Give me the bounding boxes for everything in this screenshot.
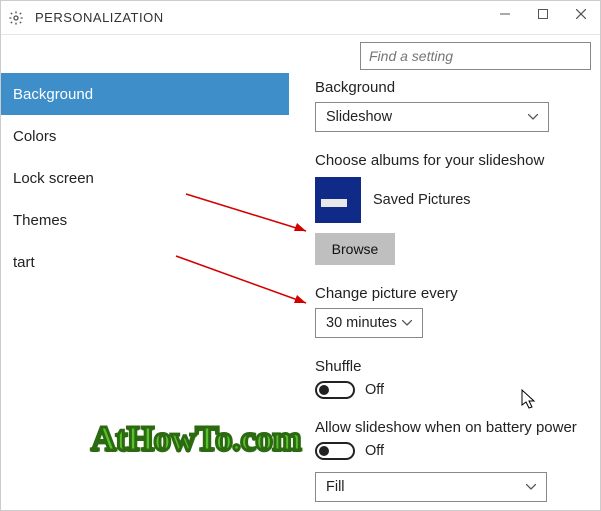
shuffle-toggle[interactable] — [315, 381, 355, 399]
album-name: Saved Pictures — [373, 192, 471, 208]
close-button[interactable] — [562, 1, 600, 27]
change-picture-section: Change picture every 30 minutes — [315, 285, 580, 338]
window-title: PERSONALIZATION — [35, 10, 164, 25]
albums-label: Choose albums for your slideshow — [315, 152, 580, 169]
content-panel: Background Slideshow Choose albums for y… — [289, 35, 600, 510]
album-thumbnail-icon — [315, 177, 361, 223]
battery-toggle-row: Off — [315, 442, 580, 460]
gear-icon — [7, 9, 25, 27]
maximize-button[interactable] — [524, 1, 562, 27]
dropdown-value: 30 minutes — [326, 315, 397, 331]
chevron-down-icon — [528, 111, 538, 123]
titlebar: PERSONALIZATION — [1, 1, 600, 35]
toggle-state: Off — [365, 382, 384, 398]
dropdown-value: Slideshow — [326, 109, 392, 125]
battery-toggle[interactable] — [315, 442, 355, 460]
button-label: Browse — [332, 241, 379, 257]
album-tile[interactable]: Saved Pictures — [315, 177, 580, 223]
toggle-knob — [319, 385, 329, 395]
sidebar-item-label: Themes — [13, 212, 67, 229]
sidebar-item-label: tart — [13, 254, 35, 271]
change-interval-dropdown[interactable]: 30 minutes — [315, 308, 423, 338]
sidebar-item-label: Background — [13, 86, 93, 103]
toggle-state: Off — [365, 443, 384, 459]
chevron-down-icon — [402, 317, 412, 329]
minimize-button[interactable] — [486, 1, 524, 27]
battery-label: Allow slideshow when on battery power — [315, 419, 580, 436]
change-picture-label: Change picture every — [315, 285, 580, 302]
albums-section: Choose albums for your slideshow Saved P… — [315, 152, 580, 265]
browse-button[interactable]: Browse — [315, 233, 395, 265]
background-dropdown[interactable]: Slideshow — [315, 102, 549, 132]
toggle-knob — [319, 446, 329, 456]
background-label: Background — [315, 79, 580, 96]
sidebar: Background Colors Lock screen Themes tar… — [1, 35, 289, 510]
window-controls — [486, 1, 600, 27]
fit-section: Fill — [315, 472, 580, 502]
sidebar-item-themes[interactable]: Themes — [1, 199, 289, 241]
dropdown-value: Fill — [326, 479, 345, 495]
settings-window: PERSONALIZATION Background Colors Lock — [0, 0, 601, 511]
sidebar-item-lockscreen[interactable]: Lock screen — [1, 157, 289, 199]
background-section: Background Slideshow — [315, 79, 580, 132]
chevron-down-icon — [526, 481, 536, 493]
fit-dropdown[interactable]: Fill — [315, 472, 547, 502]
sidebar-item-background[interactable]: Background — [1, 73, 289, 115]
shuffle-toggle-row: Off — [315, 381, 580, 399]
sidebar-item-colors[interactable]: Colors — [1, 115, 289, 157]
sidebar-item-label: Lock screen — [13, 170, 94, 187]
sidebar-item-label: Colors — [13, 128, 56, 145]
shuffle-label: Shuffle — [315, 358, 580, 375]
sidebar-item-start[interactable]: tart — [1, 241, 289, 283]
shuffle-section: Shuffle Off — [315, 358, 580, 399]
battery-section: Allow slideshow when on battery power Of… — [315, 419, 580, 460]
